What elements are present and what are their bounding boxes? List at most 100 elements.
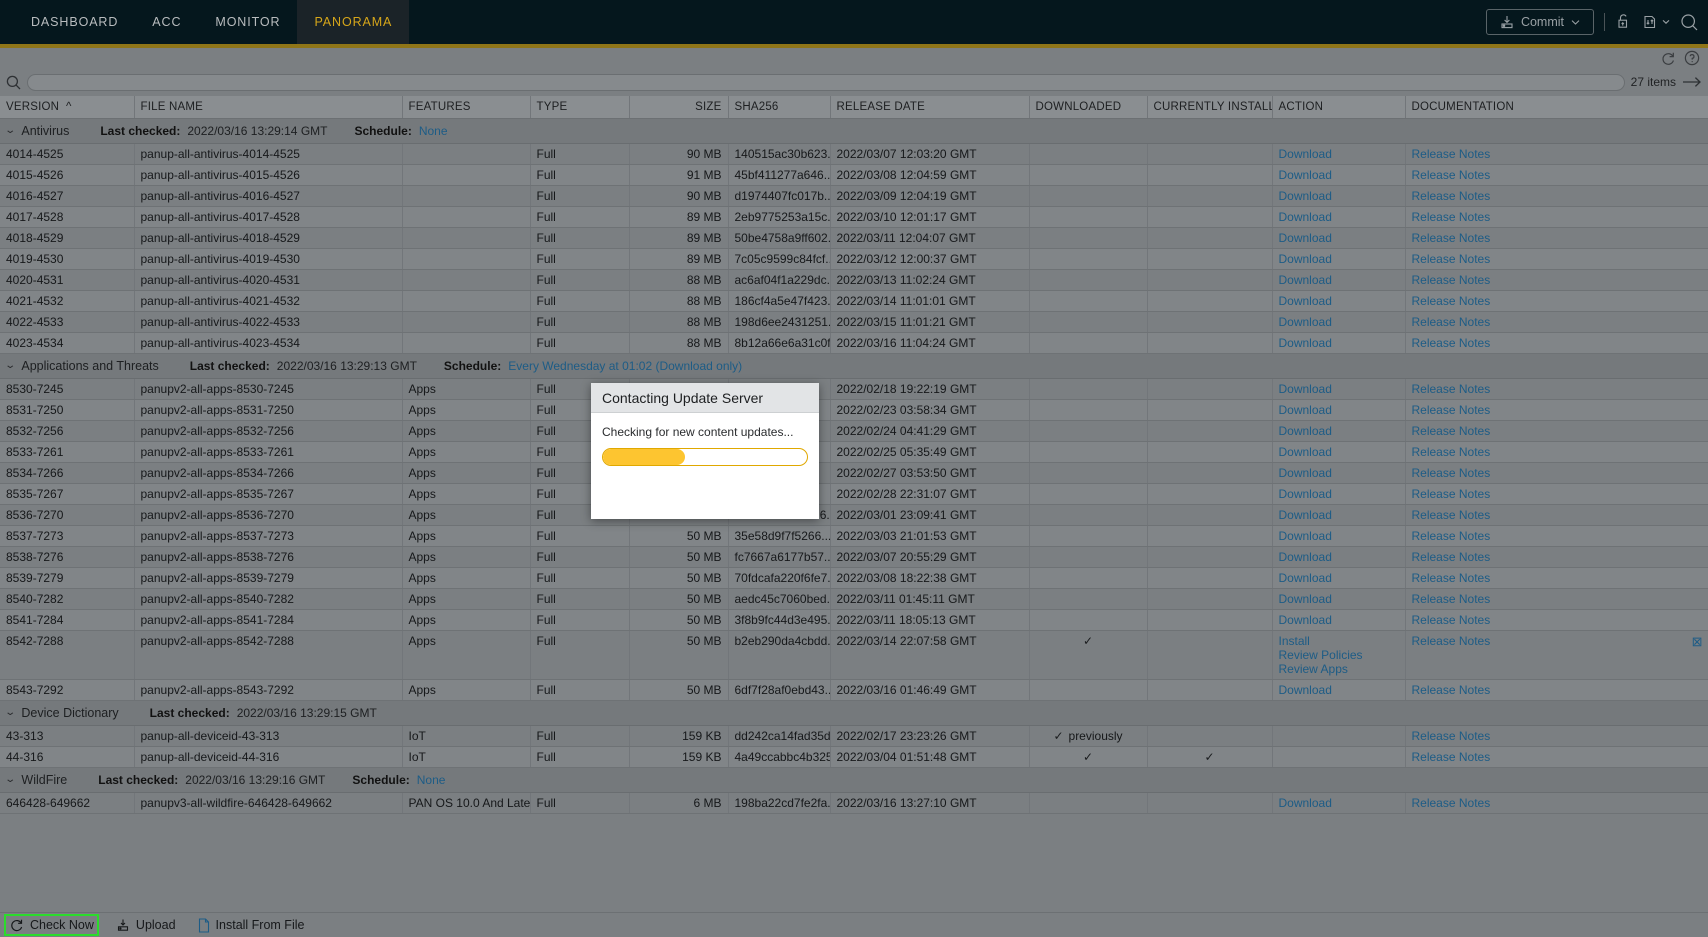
release-notes-link[interactable]: Release Notes xyxy=(1412,592,1491,606)
table-row[interactable]: 4016-4527 panup-all-antivirus-4016-4527 Fu… xyxy=(0,185,1708,207)
release-notes-link[interactable]: Release Notes xyxy=(1412,529,1491,543)
chevron-down-icon[interactable]: ⌄ xyxy=(4,774,16,785)
action-link[interactable]: Download xyxy=(1279,466,1332,480)
action-link[interactable]: Download xyxy=(1279,613,1332,627)
action-link[interactable]: Download xyxy=(1279,210,1332,224)
col-version[interactable]: VERSION ^ xyxy=(0,96,135,119)
release-notes-link[interactable]: Release Notes xyxy=(1412,466,1491,480)
nav-tab-dashboard[interactable]: DASHBOARD xyxy=(14,0,135,44)
release-notes-link[interactable]: Release Notes xyxy=(1412,634,1491,648)
upload-button[interactable]: Upload xyxy=(113,916,179,934)
search-input[interactable] xyxy=(27,73,1625,91)
release-notes-link[interactable]: Release Notes xyxy=(1412,210,1491,224)
action-link[interactable]: Download xyxy=(1279,683,1332,697)
table-row[interactable]: 8532-7256 panupv2-all-apps-8532-7256 Apps F… xyxy=(0,420,1708,442)
action-link[interactable]: Download xyxy=(1279,252,1332,266)
group-schedule-value[interactable]: None xyxy=(417,773,446,787)
col-documentation[interactable]: DOCUMENTATION xyxy=(1405,96,1708,119)
release-notes-link[interactable]: Release Notes xyxy=(1412,750,1491,764)
action-link[interactable]: Download xyxy=(1279,424,1332,438)
remove-row-icon[interactable]: ⊠ xyxy=(1692,634,1703,650)
release-notes-link[interactable]: Release Notes xyxy=(1412,683,1491,697)
group-header-row[interactable]: ⌄ Antivirus Last checked: 2022/03/16 13:29:… xyxy=(0,117,1708,144)
release-notes-link[interactable]: Release Notes xyxy=(1412,445,1491,459)
action-link[interactable]: Download xyxy=(1279,147,1332,161)
table-row[interactable]: 4020-4531 panup-all-antivirus-4020-4531 Fu… xyxy=(0,269,1708,291)
action-link[interactable]: Download xyxy=(1279,189,1332,203)
action-link[interactable]: Download xyxy=(1279,315,1332,329)
action-link[interactable]: Download xyxy=(1279,382,1332,396)
table-row[interactable]: 8533-7261 panupv2-all-apps-8533-7261 Apps F… xyxy=(0,441,1708,463)
release-notes-link[interactable]: Release Notes xyxy=(1412,571,1491,585)
lock-icon[interactable] xyxy=(1615,13,1632,31)
release-notes-link[interactable]: Release Notes xyxy=(1412,550,1491,564)
table-row[interactable]: 43-313 panup-all-deviceid-43-313 IoT Full 15… xyxy=(0,725,1708,747)
release-notes-link[interactable]: Release Notes xyxy=(1412,424,1491,438)
group-schedule-value[interactable]: Every Wednesday at 01:02 (Download only) xyxy=(508,359,742,373)
release-notes-link[interactable]: Release Notes xyxy=(1412,294,1491,308)
group-header-row[interactable]: ⌄ WildFire Last checked: 2022/03/16 13:29:1… xyxy=(0,766,1708,793)
release-notes-link[interactable]: Release Notes xyxy=(1412,168,1491,182)
col-features[interactable]: FEATURES xyxy=(402,96,531,119)
nav-tab-panorama[interactable]: PANORAMA xyxy=(297,0,410,44)
next-page-arrow-icon[interactable] xyxy=(1682,75,1702,89)
release-notes-link[interactable]: Release Notes xyxy=(1412,613,1491,627)
table-row[interactable]: 8535-7267 panupv2-all-apps-8535-7267 Apps F… xyxy=(0,483,1708,505)
action-link[interactable]: Download xyxy=(1279,445,1332,459)
table-row[interactable]: 8541-7284 panupv2-all-apps-8541-7284 Apps F… xyxy=(0,609,1708,631)
file-transfer-icon[interactable] xyxy=(1642,13,1670,31)
table-row[interactable]: 8530-7245 panupv2-all-apps-8530-7245 Apps F… xyxy=(0,378,1708,400)
release-notes-link[interactable]: Release Notes xyxy=(1412,729,1491,743)
group-header-row[interactable]: ⌄ Applications and Threats Last checked: 20… xyxy=(0,352,1708,379)
action-link[interactable]: Download xyxy=(1279,294,1332,308)
release-notes-link[interactable]: Release Notes xyxy=(1412,382,1491,396)
action-link[interactable]: Download xyxy=(1279,336,1332,350)
release-notes-link[interactable]: Release Notes xyxy=(1412,315,1491,329)
refresh-icon[interactable] xyxy=(1660,51,1676,66)
col-release-date[interactable]: RELEASE DATE xyxy=(830,96,1030,119)
table-row[interactable]: 8534-7266 panupv2-all-apps-8534-7266 Apps F… xyxy=(0,462,1708,484)
release-notes-link[interactable]: Release Notes xyxy=(1412,487,1491,501)
action-link[interactable]: Download xyxy=(1279,403,1332,417)
nav-tab-acc[interactable]: ACC xyxy=(135,0,198,44)
table-row[interactable]: 8539-7279 panupv2-all-apps-8539-7279 Apps F… xyxy=(0,567,1708,589)
chevron-down-icon[interactable]: ⌄ xyxy=(4,125,16,136)
table-row[interactable]: 44-316 panup-all-deviceid-44-316 IoT Full 15… xyxy=(0,746,1708,768)
table-row[interactable]: 4015-4526 panup-all-antivirus-4015-4526 Fu… xyxy=(0,164,1708,186)
search-icon[interactable] xyxy=(1680,13,1698,31)
release-notes-link[interactable]: Release Notes xyxy=(1412,189,1491,203)
chevron-down-icon[interactable]: ⌄ xyxy=(4,360,16,371)
action-link[interactable]: Download xyxy=(1279,168,1332,182)
col-sha256[interactable]: SHA256 xyxy=(728,96,831,119)
table-row[interactable]: 4014-4525 panup-all-antivirus-4014-4525 Fu… xyxy=(0,143,1708,165)
col-currently-installed[interactable]: CURRENTLY INSTALLED xyxy=(1147,96,1273,119)
table-row[interactable]: 4018-4529 panup-all-antivirus-4018-4529 Fu… xyxy=(0,227,1708,249)
table-row[interactable]: 8538-7276 panupv2-all-apps-8538-7276 Apps F… xyxy=(0,546,1708,568)
release-notes-link[interactable]: Release Notes xyxy=(1412,336,1491,350)
table-row[interactable]: 8531-7250 panupv2-all-apps-8531-7250 Apps F… xyxy=(0,399,1708,421)
table-row[interactable]: 8537-7273 panupv2-all-apps-8537-7273 Apps F… xyxy=(0,525,1708,547)
release-notes-link[interactable]: Release Notes xyxy=(1412,273,1491,287)
col-action[interactable]: ACTION xyxy=(1272,96,1406,119)
action-link[interactable]: Download xyxy=(1279,487,1332,501)
col-size[interactable]: SIZE xyxy=(629,96,729,119)
release-notes-link[interactable]: Release Notes xyxy=(1412,252,1491,266)
action-link[interactable]: Download xyxy=(1279,592,1332,606)
action-link[interactable]: Download xyxy=(1279,529,1332,543)
table-row[interactable]: 4023-4534 panup-all-antivirus-4023-4534 Fu… xyxy=(0,332,1708,354)
release-notes-link[interactable]: Release Notes xyxy=(1412,403,1491,417)
action-link[interactable]: Download xyxy=(1279,571,1332,585)
commit-button[interactable]: Commit xyxy=(1485,9,1594,35)
release-notes-link[interactable]: Release Notes xyxy=(1412,147,1491,161)
table-row[interactable]: 646428-649662 panupv3-all-wildfire-646428… xyxy=(0,792,1708,814)
col-type[interactable]: TYPE xyxy=(530,96,630,119)
action-link[interactable]: Review Policies xyxy=(1279,648,1399,662)
table-row[interactable]: 4021-4532 panup-all-antivirus-4021-4532 Fu… xyxy=(0,290,1708,312)
table-row[interactable]: 4017-4528 panup-all-antivirus-4017-4528 Fu… xyxy=(0,206,1708,228)
col-file-name[interactable]: FILE NAME xyxy=(134,96,403,119)
action-link[interactable]: Download xyxy=(1279,550,1332,564)
search-icon[interactable] xyxy=(6,75,21,90)
action-link[interactable]: Download xyxy=(1279,231,1332,245)
install-from-file-button[interactable]: Install From File xyxy=(195,916,308,935)
help-icon[interactable] xyxy=(1684,50,1700,66)
